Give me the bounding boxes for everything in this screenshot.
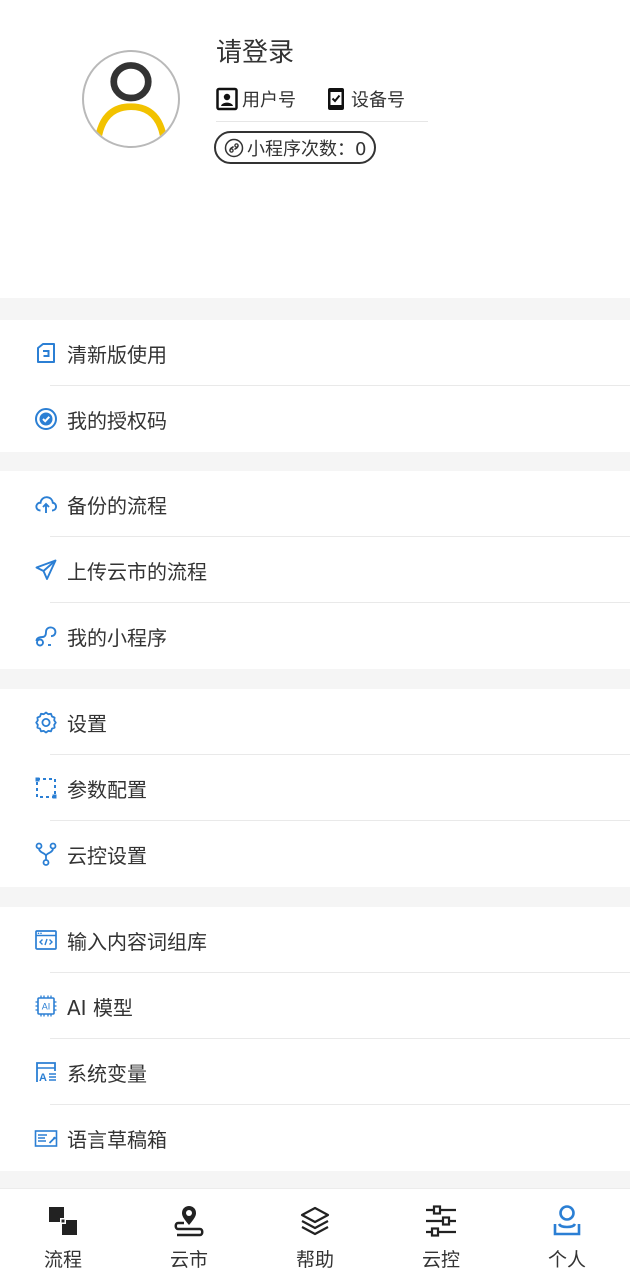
device-id-label: 设备号 [351,90,405,111]
avatar[interactable] [82,50,180,148]
mini-program-count-badge: 小程序次数：0 [214,131,377,164]
code-window-icon [34,928,58,952]
person-icon [549,1203,585,1239]
menu-group-4: 输入内容词组库 AI AI 模型 A 系统变量 语言草稿箱 [0,907,630,1171]
location-route-icon [171,1203,207,1239]
menu-item-label: 设置 [67,711,107,736]
tab-flow[interactable]: 流程 [0,1189,126,1281]
tab-help[interactable]: 帮助 [252,1189,378,1281]
ai-chip-icon: AI [34,994,58,1018]
avatar-person-icon [94,62,168,146]
user-card-icon [216,87,238,111]
menu-item-label: 备份的流程 [67,493,167,518]
tab-label: 云控 [421,1249,460,1271]
menu-group-3: 设置 参数配置 云控设置 [0,689,630,887]
draft-icon [34,1126,58,1150]
sliders-icon [423,1203,459,1239]
profile-header: 请登录 用户号 设备号 小程序次数：0 [0,0,630,298]
variable-icon: A [34,1060,58,1084]
menu-group-2: 备份的流程 上传云市的流程 我的小程序 [0,471,630,669]
menu-item-backup-flows[interactable]: 备份的流程 [0,471,630,537]
tab-cloud-control[interactable]: 云控 [378,1189,504,1281]
menu-item-label: 系统变量 [67,1061,147,1086]
menu-item-system-variables[interactable]: A 系统变量 [0,1039,630,1105]
cloud-backup-icon [34,492,58,516]
tab-cloud-market[interactable]: 云市 [126,1189,252,1281]
menu-item-label: 清新版使用 [67,342,167,367]
menu-item-settings[interactable]: 设置 [0,689,630,755]
menu-item-cloud-control-settings[interactable]: 云控设置 [0,821,630,887]
branch-icon [34,842,58,866]
svg-text:AI: AI [42,1002,51,1012]
menu-item-license-code[interactable]: 我的授权码 [0,386,630,452]
tab-label: 流程 [43,1249,82,1271]
menu-item-label: 我的授权码 [67,408,167,433]
menu-item-label: 参数配置 [67,777,147,802]
id-row: 用户号 设备号 [216,84,428,122]
menu-item-label: 我的小程序 [67,625,167,650]
menu-item-parameter-config[interactable]: 参数配置 [0,755,630,821]
gear-icon [34,710,58,734]
menu-item-phrase-library[interactable]: 输入内容词组库 [0,907,630,973]
menu-item-mini-programs[interactable]: 我的小程序 [0,603,630,669]
paper-plane-icon [34,558,58,582]
user-id-label: 用户号 [242,90,296,111]
dashed-frame-icon [34,776,58,800]
menu-item-label: 上传云市的流程 [67,559,207,584]
svg-text:A: A [39,1072,47,1084]
menu-group-1: 清新版使用 我的授权码 [0,320,630,452]
login-prompt[interactable]: 请登录 [216,36,294,70]
device-id: 设备号 [325,84,405,114]
tab-label: 帮助 [295,1249,334,1271]
mini-program-link-icon [224,138,244,157]
menu-item-label: 云控设置 [67,843,147,868]
flow-icon [45,1203,81,1239]
menu-item-label: 输入内容词组库 [67,929,207,954]
license-badge-icon [34,407,58,431]
layers-icon [297,1203,333,1239]
menu-item-uploaded-flows[interactable]: 上传云市的流程 [0,537,630,603]
menu-item-ai-model[interactable]: AI AI 模型 [0,973,630,1039]
mini-program-icon [34,624,58,648]
tab-personal[interactable]: 个人 [504,1189,630,1281]
tab-label: 云市 [169,1249,208,1271]
menu-item-label: 语言草稿箱 [67,1127,167,1152]
menu-item-draft-box[interactable]: 语言草稿箱 [0,1105,630,1171]
mini-program-count: 小程序次数：0 [247,138,367,160]
tab-label: 个人 [547,1249,586,1271]
menu-item-label: AI 模型 [67,995,133,1020]
bottom-tab-bar: 流程 云市 帮助 云控 个人 [0,1188,630,1281]
menu-item-fresh-version[interactable]: 清新版使用 [0,320,630,386]
user-id: 用户号 [216,84,296,114]
fresh-version-icon [34,341,58,365]
device-check-icon [328,88,344,110]
